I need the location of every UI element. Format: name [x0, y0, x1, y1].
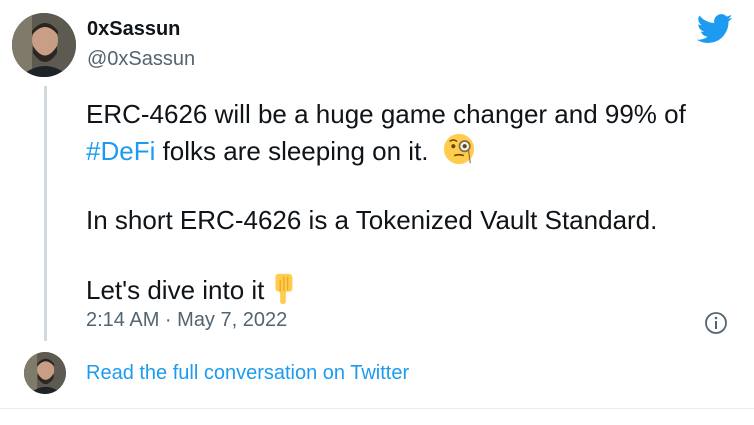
pointing-down-emoji — [275, 273, 293, 305]
footer-actions-strip — [0, 412, 754, 425]
tweet-line-1: ERC-4626 will be a huge game changer and… — [86, 99, 686, 129]
tweet-line-2-rest: folks are sleeping on it. — [155, 136, 429, 166]
tweet-timestamp[interactable]: 2:14 AM · May 7, 2022 — [86, 309, 287, 332]
thread-line — [44, 86, 47, 341]
face-with-monocle-emoji — [443, 133, 474, 165]
read-full-conversation-link[interactable]: Read the full conversation on Twitter — [86, 362, 409, 385]
tweet-paragraph-2: In short ERC-4626 is a Tokenized Vault S… — [86, 205, 658, 235]
footer-divider — [0, 408, 754, 409]
twitter-bird-icon[interactable] — [697, 14, 733, 44]
tweet-line-dive: Let's dive into it — [86, 275, 265, 305]
hashtag-link[interactable]: #DeFi — [86, 136, 155, 166]
info-icon[interactable] — [704, 311, 728, 335]
tweet-paragraph-3: Let's dive into it — [86, 271, 736, 308]
author-handle[interactable]: @0xSassun — [87, 48, 195, 71]
reader-avatar[interactable] — [24, 352, 66, 394]
tweet-card: 0xSassun @0xSassun ERC-4626 will be a hu… — [0, 0, 754, 425]
author-avatar[interactable] — [12, 13, 76, 77]
author-display-name[interactable]: 0xSassun — [87, 18, 180, 41]
tweet-body: ERC-4626 will be a huge game changer and… — [86, 96, 736, 308]
tweet-paragraph-1: ERC-4626 will be a huge game changer and… — [86, 96, 736, 169]
